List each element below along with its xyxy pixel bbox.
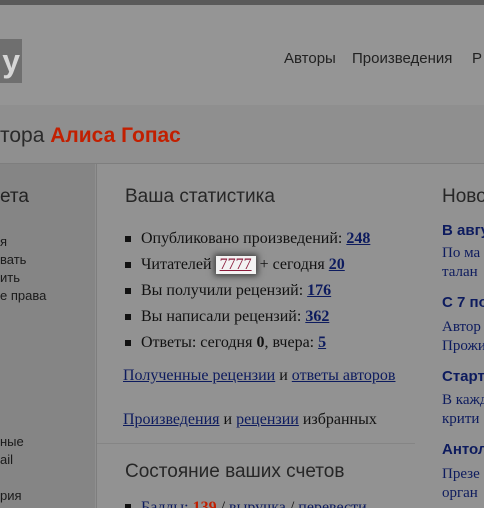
sidebar-link[interactable]: ные [0,434,24,449]
published-count-link[interactable]: 248 [346,230,370,247]
stat-received: Вы получили рецензий: 176 [125,282,370,308]
received-count-link[interactable]: 176 [307,282,331,299]
news-line[interactable]: В кажд [442,391,484,410]
bullet [125,504,131,508]
stat-published: Опубликовано произведений: 248 [125,230,370,256]
nav-authors[interactable]: Авторы [284,50,336,67]
site-header: y Авторы Произведения Р [0,5,484,105]
left-sidebar: ета я вать ить е права ные ail рия [0,164,95,508]
news-line[interactable]: Презе [442,465,480,484]
section-divider [97,443,415,444]
page: y Авторы Произведения Р тора Алиса Гопас… [0,0,484,508]
stats-list: Опубликовано произведений: 248 Читателей… [125,230,370,360]
reviews-links: Полученные рецензии и ответы авторов [123,367,396,384]
revenue-link[interactable]: выручка [229,499,286,508]
news-title[interactable]: С 7 по [442,294,484,311]
news-heading: Ново [442,186,484,207]
news-line[interactable]: талан [442,263,478,282]
stats-heading: Ваша статистика [125,186,275,207]
author-name: Алиса Гопас [50,124,181,147]
author-answers-link[interactable]: ответы авторов [292,367,396,384]
points-value: 139 [192,499,217,508]
news-line[interactable]: орган [442,484,478,503]
title-prefix: тора [0,124,45,147]
accounts-heading: Состояние ваших счетов [125,461,345,482]
sidebar-link[interactable]: е права [0,288,46,303]
sidebar-link[interactable]: рия [0,488,22,503]
news-line[interactable]: Автор [442,318,481,337]
page-title: тора Алиса Гопас [0,124,181,148]
nav-more[interactable]: Р [472,50,482,67]
answers-yesterday-link[interactable]: 5 [318,334,326,351]
site-logo[interactable]: y [0,39,22,83]
news-column: Ново В авгу По ма талан С 7 по Автор Про… [415,164,484,508]
sidebar-link[interactable]: вать [0,252,26,267]
nav-works[interactable]: Произведения [352,50,452,67]
sidebar-link[interactable]: ail [0,452,13,467]
news-title[interactable]: Старто [442,368,484,385]
news-line[interactable]: Прожи [442,337,484,356]
points-link[interactable]: Баллы: [141,499,189,508]
stats-column: Ваша статистика Опубликовано произведени… [96,164,416,508]
news-title[interactable]: В авгу [442,222,484,239]
stat-readers: Читателей 7777 + сегодня 20 [125,256,370,282]
readers-highlight: 7777 [215,256,256,274]
sidebar-heading: ета [0,186,29,207]
written-count-link[interactable]: 362 [305,308,329,325]
favorites-links: Произведения и рецензии избранных [123,411,377,428]
readers-count-link[interactable]: 7777 [220,256,252,273]
favorite-reviews-link[interactable]: рецензии [236,411,299,428]
news-line[interactable]: крити [442,410,479,429]
readers-today-link[interactable]: 20 [329,256,345,273]
news-line[interactable]: По ма [442,244,480,263]
news-title[interactable]: Антол [442,441,484,458]
transfer-link[interactable]: перевести [298,499,366,508]
accounts-row: Баллы: 139 / выручка / перевести [125,498,431,508]
favorite-works-link[interactable]: Произведения [123,411,220,428]
sidebar-link[interactable]: я [0,234,7,249]
received-reviews-link[interactable]: Полученные рецензии [123,367,275,384]
sidebar-link[interactable]: ить [0,270,20,285]
stat-answers: Ответы: сегодня 0, вчера: 5 [125,334,370,360]
stat-written: Вы написали рецензий: 362 [125,308,370,334]
